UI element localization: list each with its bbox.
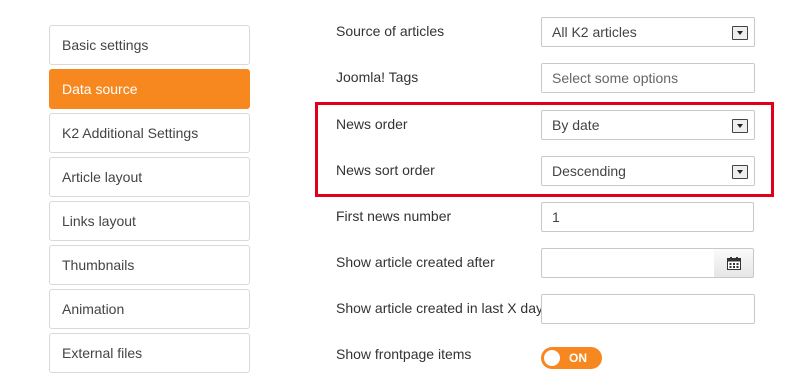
news-sort-order-label: News sort order xyxy=(336,162,435,178)
sidebar-item-thumbnails[interactable]: Thumbnails xyxy=(49,245,250,285)
first-news-number-row: First news number xyxy=(336,202,756,232)
news-sort-order-select[interactable]: Descending xyxy=(541,156,755,186)
chevron-down-icon[interactable] xyxy=(732,119,748,133)
sidebar-item-animation[interactable]: Animation xyxy=(49,289,250,329)
first-news-number-input[interactable] xyxy=(541,202,754,232)
frontpage-items-label: Show frontpage items xyxy=(336,346,472,362)
sidebar-item-k2-additional-settings[interactable]: K2 Additional Settings xyxy=(49,113,250,153)
created-last-days-input[interactable] xyxy=(541,294,755,324)
joomla-tags-label: Joomla! Tags xyxy=(336,69,419,85)
source-of-articles-select[interactable]: All K2 articles xyxy=(541,17,755,47)
news-order-row: News order By date xyxy=(336,110,756,140)
created-last-days-label: Show article created in last X days xyxy=(336,300,550,316)
news-order-value: By date xyxy=(552,117,600,133)
sidebar-item-article-layout[interactable]: Article layout xyxy=(49,157,250,197)
chevron-down-icon[interactable] xyxy=(732,165,748,179)
sidebar-item-basic-settings[interactable]: Basic settings xyxy=(49,25,250,65)
sidebar-item-data-source[interactable]: Data source xyxy=(49,69,250,109)
created-after-row: Show article created after xyxy=(336,248,756,278)
settings-sidebar: Basic settings Data source K2 Additional… xyxy=(49,25,250,377)
news-sort-order-value: Descending xyxy=(552,163,626,179)
created-after-label: Show article created after xyxy=(336,254,495,270)
created-last-days-row: Show article created in last X days xyxy=(336,294,756,324)
toggle-state-label: ON xyxy=(569,351,587,365)
chevron-down-icon[interactable] xyxy=(732,26,748,40)
news-sort-order-row: News sort order Descending xyxy=(336,156,756,186)
news-order-label: News order xyxy=(336,116,408,132)
news-order-select[interactable]: By date xyxy=(541,110,755,140)
source-of-articles-row: Source of articles All K2 articles xyxy=(336,17,756,47)
first-news-number-label: First news number xyxy=(336,208,452,224)
calendar-icon xyxy=(727,257,741,270)
calendar-button[interactable] xyxy=(714,248,754,278)
created-after-input[interactable] xyxy=(541,248,715,278)
joomla-tags-input[interactable] xyxy=(541,63,755,93)
frontpage-items-toggle[interactable]: ON xyxy=(541,347,602,369)
sidebar-item-links-layout[interactable]: Links layout xyxy=(49,201,250,241)
sidebar-item-external-files[interactable]: External files xyxy=(49,333,250,373)
source-of-articles-value: All K2 articles xyxy=(552,24,637,40)
toggle-knob xyxy=(544,350,560,366)
joomla-tags-row: Joomla! Tags xyxy=(336,63,756,93)
source-of-articles-label: Source of articles xyxy=(336,23,445,39)
